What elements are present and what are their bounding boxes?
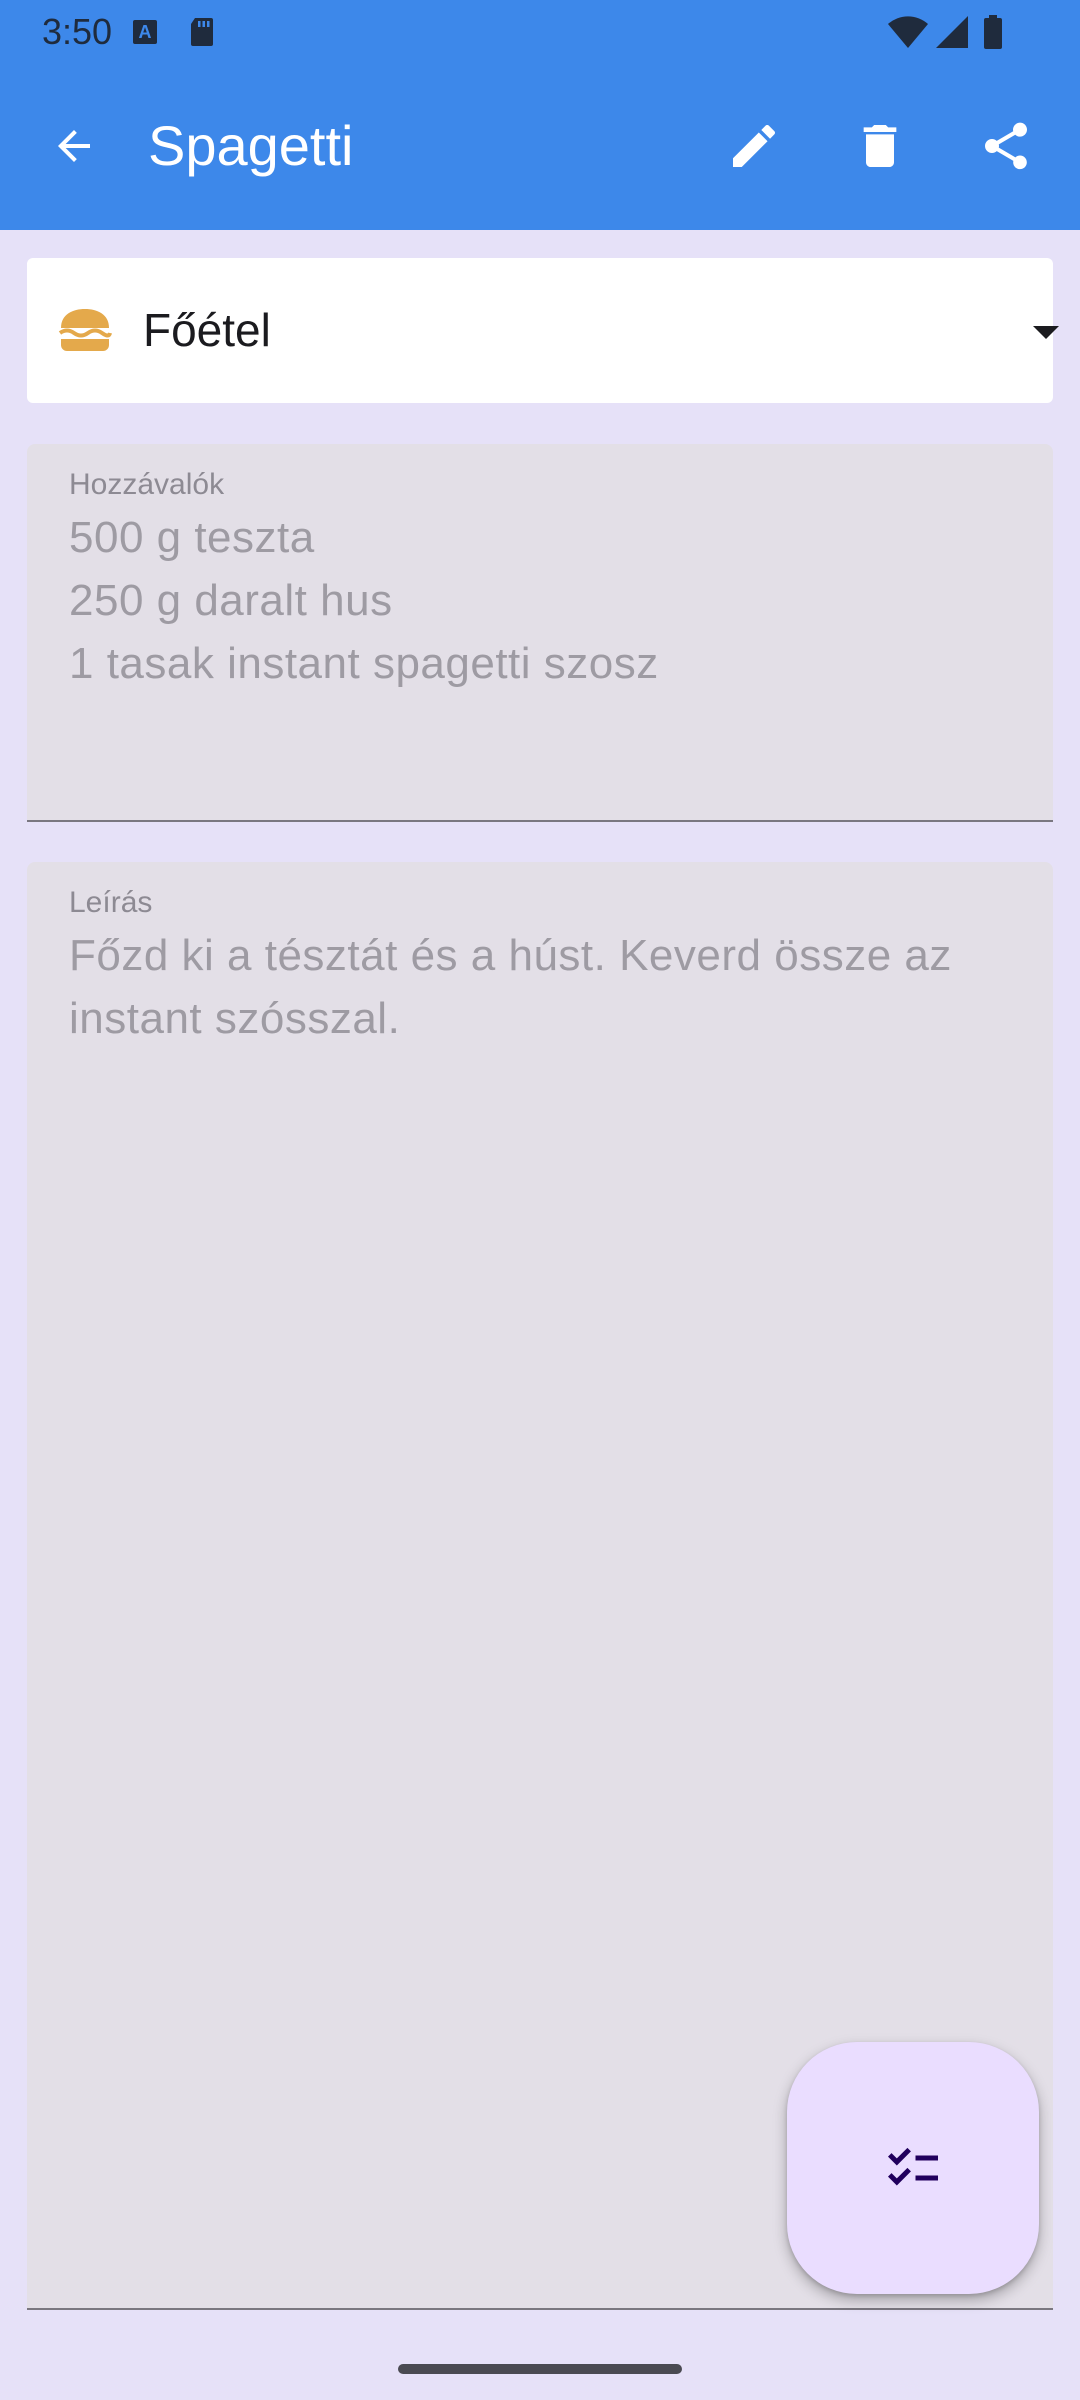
share-button[interactable]: [970, 110, 1042, 182]
back-button[interactable]: [38, 110, 110, 182]
description-label: Leírás: [69, 886, 153, 919]
checklist-icon: [888, 2147, 938, 2186]
checklist-fab-button[interactable]: [787, 2042, 1039, 2294]
category-dropdown[interactable]: Főétel: [27, 258, 1059, 403]
signal-icon: [936, 16, 968, 48]
arrow-back-icon: [58, 130, 90, 162]
top-app-bar: 3:50 A Spagetti: [0, 0, 1080, 230]
delete-button[interactable]: [844, 110, 916, 182]
dropdown-arrow-icon: [1033, 326, 1059, 339]
burger-icon: [58, 309, 112, 351]
delete-icon: [863, 125, 897, 167]
wifi-icon: [888, 16, 928, 48]
gesture-nav-handle[interactable]: [398, 2364, 682, 2374]
share-icon: [985, 122, 1027, 170]
ingredients-field[interactable]: Hozzávalók 500 g teszta 250 g daralt hus…: [27, 444, 1053, 822]
status-time: 3:50: [42, 11, 113, 52]
keyboard-a-icon: A: [133, 20, 157, 44]
description-value: Főzd ki a tésztát és a húst. Keverd össz…: [69, 931, 965, 1043]
category-selected-value: Főétel: [143, 304, 271, 356]
svg-text:A: A: [139, 22, 152, 42]
ingredients-label: Hozzávalók: [69, 468, 225, 501]
edit-icon: [733, 124, 776, 167]
edit-button[interactable]: [718, 110, 790, 182]
battery-icon: [984, 15, 1002, 49]
sd-card-icon: [191, 18, 213, 46]
page-title: Spagetti: [148, 114, 354, 177]
ingredients-value: 500 g teszta 250 g daralt hus 1 tasak in…: [69, 513, 659, 688]
